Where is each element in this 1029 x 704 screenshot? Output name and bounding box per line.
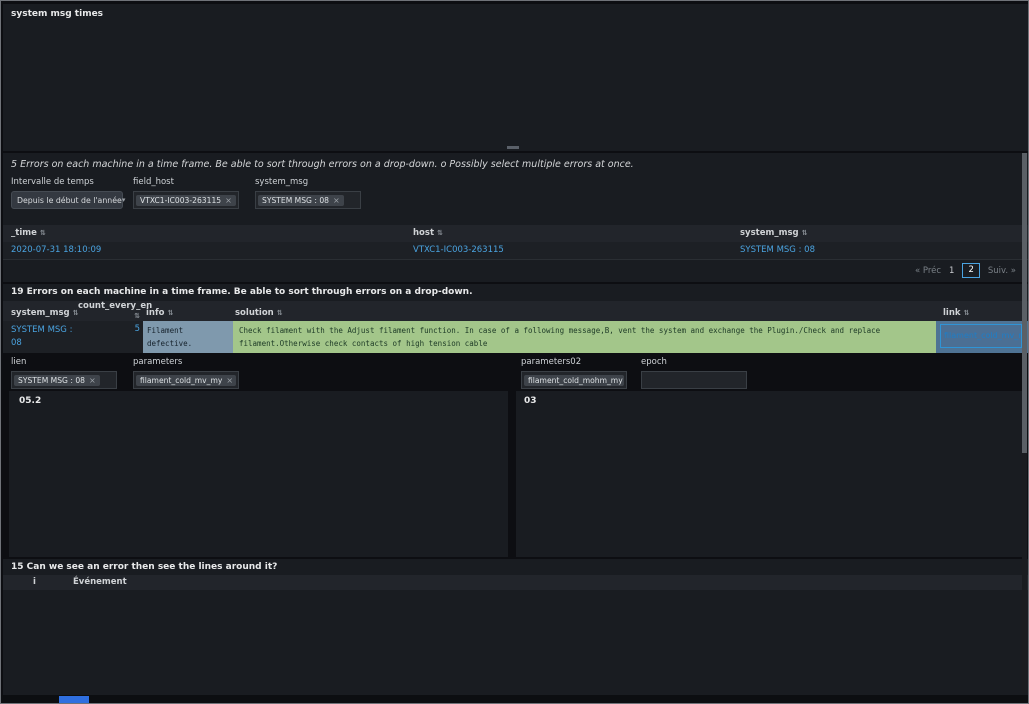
token-input[interactable]: SYSTEM MSG : 08 ×	[255, 191, 361, 209]
panel-system-msg-times: system msg times	[3, 4, 1028, 151]
panel-title: system msg times	[11, 9, 103, 19]
filter-label: field_host	[133, 177, 239, 187]
filter-parameters02: parameters02 filament_cold_mohm_my×	[521, 357, 627, 389]
filament-cold-mohm-chart	[516, 405, 1026, 557]
filter-token: filament_cold_mohm_my×	[524, 375, 624, 386]
filters-row: lien SYSTEM MSG : 08 × parameters filament_c…	[3, 355, 1028, 393]
select-value: Depuis le début de l'année	[17, 196, 122, 205]
close-icon[interactable]: ×	[89, 376, 96, 385]
sort-icon: ⇅	[437, 229, 443, 237]
column-header-host[interactable]: host⇅	[413, 228, 443, 238]
pagination: « Préc 1 2 Suiv. »	[915, 263, 1016, 278]
filter-label: parameters02	[521, 357, 627, 367]
table-header: system_msg⇅ count_every_en⇅ info⇅ soluti…	[3, 301, 1028, 321]
link-button[interactable]: filament_cold_mv_my	[940, 324, 1022, 348]
filter-token: SYSTEM MSG : 08 ×	[14, 375, 100, 386]
column-header-system-msg[interactable]: system_msg⇅	[11, 308, 78, 318]
taskbar-accent	[59, 696, 89, 704]
filter-intervalle-de-temps: Intervalle de temps Depuis le début de l'…	[11, 177, 123, 209]
sort-icon: ⇅	[134, 312, 140, 320]
chart-scrollbar[interactable]	[507, 146, 519, 149]
cell-time[interactable]: 2020-07-31 18:10:09	[11, 245, 101, 255]
token-label: SYSTEM MSG : 08	[262, 196, 329, 205]
panel-events: 15 Can we see an error then see the line…	[3, 559, 1028, 695]
dashboard: system msg times 5 Errors on each machin…	[0, 0, 1029, 704]
cell-host[interactable]: VTXC1-IC003-263115	[413, 245, 504, 255]
column-header-info[interactable]: info⇅	[146, 308, 173, 318]
token-label: SYSTEM MSG : 08	[18, 376, 85, 385]
filter-field_host: field_host VTXC1-IC003-263115 ×	[133, 177, 239, 209]
filter-label: system_msg	[255, 177, 361, 187]
filter-label: parameters	[133, 357, 239, 367]
prev-page-button[interactable]: « Préc	[915, 266, 941, 276]
panel-errors-list: 5 Errors on each machine in a time frame…	[3, 153, 1028, 282]
filter-label: Intervalle de temps	[11, 177, 123, 187]
token-input[interactable]: filament_cold_mv_my ×	[133, 371, 239, 389]
sort-icon: ⇅	[964, 309, 970, 317]
panel-title: 19 Errors on each machine in a time fram…	[11, 287, 473, 297]
token-label: VTXC1-IC003-263115	[140, 196, 221, 205]
caret-down-icon: ▾	[122, 196, 126, 204]
filter-token: filament_cold_mv_my ×	[136, 375, 236, 386]
token-label: filament_cold_mv_my	[140, 376, 222, 385]
page-1-button[interactable]: 1	[949, 266, 954, 276]
cell-info: Filament defective.	[143, 321, 233, 353]
column-header-event[interactable]: Événement	[73, 577, 127, 587]
filter-epoch: epoch	[641, 357, 747, 389]
events-header: i Événement	[3, 575, 1028, 590]
filter-label: epoch	[641, 357, 747, 367]
column-header-time[interactable]: _time⇅	[11, 228, 46, 238]
cell-solution: Check filament with the Adjust filament …	[233, 321, 936, 353]
bottom-bar	[1, 695, 1029, 704]
filament-cold-mv-chart	[9, 405, 508, 557]
time-range-select[interactable]: Depuis le début de l'année▾	[11, 191, 123, 209]
column-header-expand: i	[33, 577, 36, 587]
column-header-solution[interactable]: solution⇅	[235, 308, 283, 318]
table-row[interactable]: SYSTEM MSG : 08 5 Filament defective. Ch…	[3, 321, 1028, 353]
filter-label: lien	[11, 357, 117, 367]
close-icon[interactable]: ×	[225, 196, 232, 205]
page-2-button[interactable]: 2	[962, 263, 979, 278]
cell-system-msg[interactable]: SYSTEM MSG : 08	[740, 245, 815, 255]
cell-count[interactable]: 5	[78, 324, 140, 334]
scrollbar-thumb[interactable]	[1022, 153, 1027, 453]
column-header-link[interactable]: link⇅	[943, 308, 969, 318]
panel-chart-filament-mv: 05.2	[9, 391, 508, 557]
column-header-count[interactable]: count_every_en⇅	[78, 301, 140, 321]
close-icon[interactable]: ×	[226, 376, 233, 385]
token-label: filament_cold_mohm_my	[528, 376, 623, 385]
sort-icon: ⇅	[40, 229, 46, 237]
close-icon[interactable]: ×	[333, 196, 340, 205]
filter-token: VTXC1-IC003-263115 ×	[136, 195, 236, 206]
cell-system-msg[interactable]: SYSTEM MSG : 08	[11, 324, 81, 350]
token-input[interactable]: VTXC1-IC003-263115 ×	[133, 191, 239, 209]
token-input[interactable]: filament_cold_mohm_my×	[521, 371, 627, 389]
column-header-system-msg[interactable]: system_msg⇅	[740, 228, 807, 238]
system-msg-times-chart	[7, 20, 1023, 146]
panel-title: 15 Can we see an error then see the line…	[11, 562, 277, 572]
sort-icon: ⇅	[802, 229, 808, 237]
filter-parameters: parameters filament_cold_mv_my ×	[133, 357, 239, 389]
panel-errors-solution: 19 Errors on each machine in a time fram…	[3, 284, 1028, 353]
table-row[interactable]: 2020-07-31 18:10:09 VTXC1-IC003-263115 S…	[3, 242, 1028, 260]
scrollbar-track[interactable]	[1022, 153, 1027, 693]
filter-token: SYSTEM MSG : 08 ×	[258, 195, 344, 206]
token-input[interactable]: SYSTEM MSG : 08 ×	[11, 371, 117, 389]
filter-lien: lien SYSTEM MSG : 08 ×	[11, 357, 117, 389]
sort-icon: ⇅	[277, 309, 283, 317]
panel-chart-filament-mohm: 03	[516, 391, 1026, 557]
sort-icon: ⇅	[168, 309, 174, 317]
filter-system_msg: system_msg SYSTEM MSG : 08 ×	[255, 177, 361, 209]
next-page-button[interactable]: Suiv. »	[988, 266, 1016, 276]
token-input[interactable]	[641, 371, 747, 389]
panel-toolbar	[875, 155, 1021, 169]
table-header: _time⇅ host⇅ system_msg⇅	[3, 225, 1028, 242]
